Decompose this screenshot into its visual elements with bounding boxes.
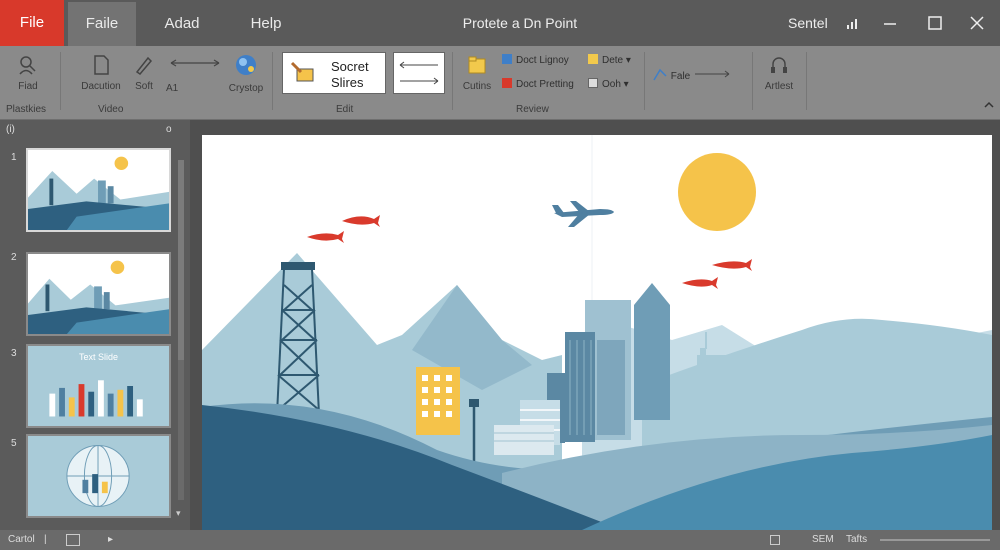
slide-number: 3 [11, 348, 17, 359]
ooh-dropdown[interactable]: Ooh ▾ [588, 78, 629, 90]
status-right-text-2: Tafts [846, 534, 868, 545]
artlest-label: Artlest [764, 81, 794, 92]
globe-icon [236, 55, 256, 75]
status-bar: Cartol | ▸ SEM Tafts [0, 530, 1000, 550]
duration-label: Dacution [81, 81, 121, 92]
tab-insert[interactable]: Adad [150, 4, 214, 44]
arrow-style-icon [399, 61, 439, 85]
ribbon-divider [752, 52, 753, 110]
slide-number: 1 [11, 152, 17, 163]
group-label-video: Video [98, 104, 124, 115]
maximize-button[interactable] [915, 0, 955, 46]
slide-number: 2 [11, 252, 17, 263]
paint-brush-icon [290, 61, 314, 82]
play-icon[interactable]: ▸ [108, 530, 113, 550]
cutins-button[interactable]: Cutins [458, 54, 496, 92]
document-title: Protete a Dn Point [462, 15, 578, 31]
ooh-label: Ooh [602, 79, 621, 90]
panel-info-icon[interactable]: (i) [6, 124, 15, 135]
arrow-text-label: A1 [166, 83, 179, 94]
landscape-thumbnail-image [28, 254, 169, 334]
fale-button[interactable]: Fale [652, 66, 733, 82]
ribbon: Fiad Plastkies Dacution Soft A1 Crystop … [0, 46, 1000, 120]
doct-pretting-option[interactable]: Doct Pretting [502, 78, 574, 90]
arrow-style-box[interactable] [393, 52, 445, 94]
soft-label: Soft [135, 81, 153, 92]
line-chart-icon [653, 68, 667, 81]
ribbon-divider [272, 52, 273, 110]
sun-shape [678, 153, 756, 231]
ribbon-divider [806, 52, 807, 110]
group-label-edit: Edit [336, 104, 354, 115]
thumbnail-scrollbar-thumb[interactable] [178, 160, 184, 360]
doct-lignoy-label: Doct Lignoy [516, 55, 569, 66]
doct-lignoy-option[interactable]: Doct Lignoy [502, 54, 569, 66]
slide-thumbnail-5[interactable] [26, 434, 171, 518]
dete-dropdown[interactable]: Dete ▾ [588, 54, 631, 66]
group-label-review: Review [516, 104, 549, 115]
close-button[interactable] [957, 0, 997, 46]
globe-thumbnail-image [66, 445, 130, 507]
tab-help[interactable]: Help [236, 4, 296, 44]
landscape-thumbnail-image [28, 150, 169, 230]
style-sample-box[interactable]: Socret Slires [282, 52, 386, 94]
view-normal-icon[interactable] [770, 535, 780, 545]
tab-home[interactable]: Faile [68, 2, 136, 46]
cutins-label: Cutins [462, 81, 492, 92]
document-icon [94, 55, 109, 75]
pen-icon [135, 56, 153, 75]
crystop-label: Crystop [228, 83, 264, 94]
doct-pretting-label: Doct Pretting [516, 79, 574, 90]
dete-label: Dete [602, 55, 624, 66]
ribbon-divider [60, 52, 61, 110]
page-icon [588, 54, 598, 64]
right-arrow-icon [695, 70, 730, 78]
find-label: Fiad [18, 81, 38, 92]
sample-text-line-2: Slires [331, 75, 364, 90]
notes-icon[interactable] [66, 534, 80, 546]
page-icon [588, 78, 598, 88]
title-bar: File Faile Adad Help Protete a Dn Point … [0, 0, 1000, 46]
slide-thumbnail-panel: (i) o 1 2 3 Text Slide 5 ▾ [0, 120, 190, 530]
crystop-button[interactable]: Crystop [226, 52, 266, 94]
panel-options-icon[interactable]: o [166, 124, 172, 135]
fale-label: Fale [670, 71, 691, 82]
landscape-illustration [202, 135, 992, 530]
scroll-down-icon[interactable]: ▾ [176, 508, 181, 519]
slide-thumbnail-1[interactable] [26, 148, 171, 232]
minimize-button[interactable] [870, 0, 910, 46]
user-name[interactable]: Sentel [788, 0, 828, 46]
soft-button[interactable]: Soft [128, 54, 160, 92]
line-arrow-button[interactable]: A1 [166, 56, 224, 94]
folder-icon [468, 56, 486, 74]
status-right-text-1: SEM [812, 534, 834, 545]
slide-thumbnail-2[interactable] [26, 252, 171, 336]
person-search-icon [19, 56, 36, 75]
slide-thumbnail-3[interactable]: Text Slide [26, 344, 171, 428]
headset-icon [771, 57, 787, 73]
duration-button[interactable]: Dacution [78, 54, 124, 92]
ribbon-divider [644, 52, 645, 110]
artlest-button[interactable]: Artlest [758, 54, 800, 92]
ribbon-divider [452, 52, 453, 110]
checkbox-icon [502, 54, 512, 64]
status-left-text[interactable]: Cartol [8, 530, 35, 550]
collapse-ribbon-icon[interactable] [982, 98, 996, 112]
main-slide-canvas[interactable] [202, 135, 992, 530]
slide-number: 5 [11, 438, 17, 449]
zoom-slider[interactable] [880, 539, 990, 541]
sample-text-line-1: Socret [331, 59, 369, 74]
group-label-plasties: Plastkies [6, 104, 47, 115]
double-arrow-icon [170, 59, 220, 67]
status-divider: | [44, 534, 47, 545]
find-button[interactable]: Fiad [8, 54, 48, 92]
city-chart-thumbnail-image [49, 380, 143, 417]
tab-file[interactable]: File [0, 0, 64, 46]
checkbox-icon [502, 78, 512, 88]
